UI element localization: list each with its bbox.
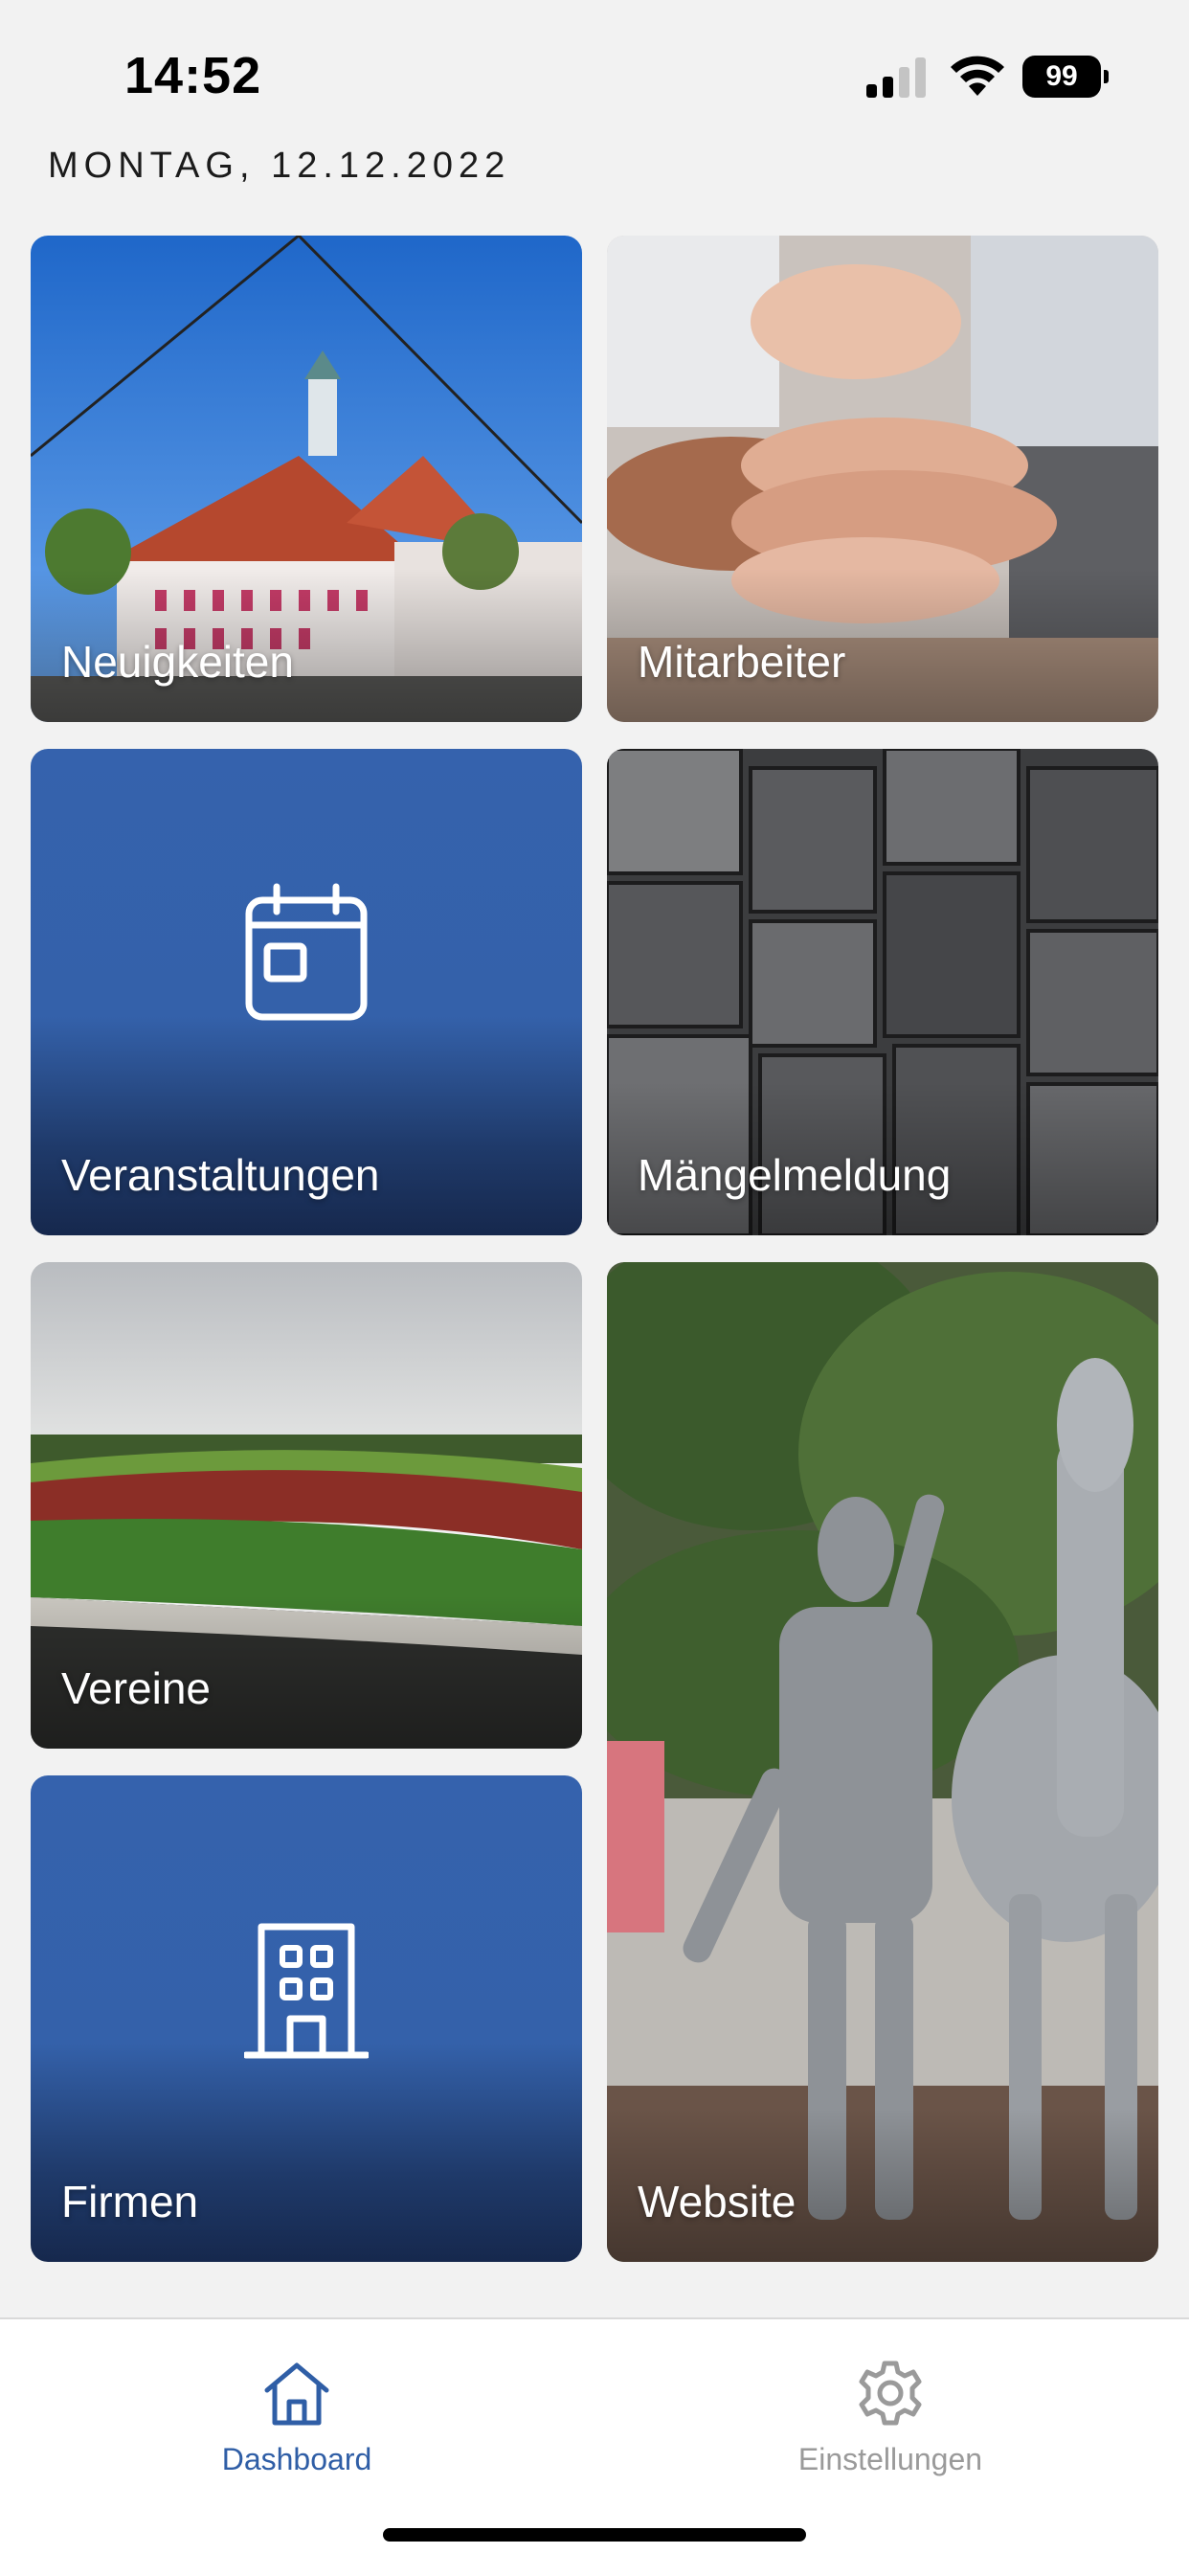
tile-label: Mängelmeldung: [638, 1150, 952, 1200]
statue-photo: [607, 1262, 1158, 2262]
tile-label: Veranstaltungen: [61, 1150, 380, 1200]
tab-dashboard[interactable]: Dashboard: [153, 2339, 440, 2501]
home-icon: [264, 2362, 329, 2426]
tile-firmen[interactable]: Firmen: [31, 1775, 582, 2262]
tile-veranstaltungen[interactable]: Veranstaltungen: [31, 749, 582, 1235]
tile-label: Neuigkeiten: [61, 637, 294, 687]
battery-icon: 99: [1022, 56, 1110, 98]
tile-neuigkeiten[interactable]: Neuigkeiten: [31, 236, 582, 722]
tile-label: Website: [638, 2177, 796, 2226]
tab-label: Dashboard: [221, 2442, 372, 2476]
tile-label: Firmen: [61, 2177, 199, 2226]
tile-maengelmeldung[interactable]: Mängelmeldung: [607, 749, 1158, 1235]
building-icon: [244, 1923, 369, 2059]
tile-label: Mitarbeiter: [638, 637, 846, 687]
status-time: 14:52: [124, 47, 262, 104]
calendar-icon: [245, 883, 368, 1021]
tab-label: Einstellungen: [797, 2442, 983, 2476]
wifi-icon: [951, 56, 1004, 96]
tile-label: Vereine: [61, 1663, 212, 1713]
tile-vereine[interactable]: Vereine: [31, 1262, 582, 1749]
home-indicator[interactable]: [383, 2528, 806, 2542]
status-bar: 14:52 99: [0, 0, 1189, 144]
tile-website[interactable]: Website: [607, 1262, 1158, 2262]
cellular-signal-icon: [866, 57, 926, 98]
tile-mitarbeiter[interactable]: Mitarbeiter: [607, 236, 1158, 722]
date-heading: MONTAG, 12.12.2022: [48, 146, 511, 186]
gear-icon: [859, 2361, 922, 2426]
tab-einstellungen[interactable]: Einstellungen: [747, 2339, 1034, 2501]
battery-level: 99: [1022, 56, 1101, 98]
